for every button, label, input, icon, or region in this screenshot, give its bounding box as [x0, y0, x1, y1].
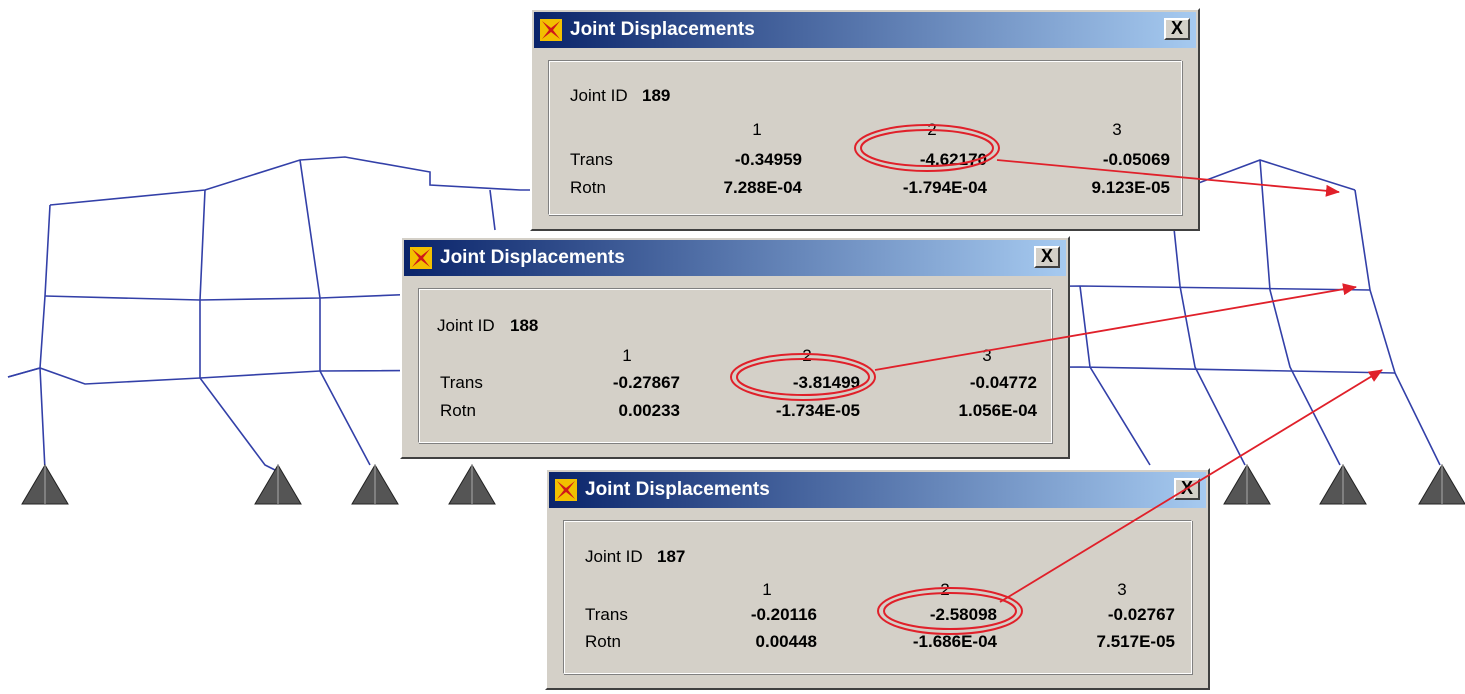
close-icon: X — [1040, 246, 1053, 266]
column-header-2: 2 — [927, 120, 937, 139]
rotn-3-value: 9.123E-05 — [1091, 178, 1170, 197]
column-header-2: 2 — [802, 346, 812, 365]
trans-row-label: Trans — [440, 373, 483, 392]
close-button[interactable]: X — [1164, 18, 1190, 40]
trans-3-value: -0.04772 — [969, 373, 1037, 392]
joint-id-label: Joint ID — [437, 316, 495, 335]
joint-id-value: 189 — [642, 86, 671, 105]
joint-id-value: 187 — [657, 547, 686, 566]
joint-id-value: 188 — [510, 316, 539, 335]
rotn-2-value: -1.794E-04 — [902, 178, 987, 197]
column — [39, 367, 46, 476]
dialog-titlebar[interactable]: Joint Displacements X — [404, 240, 1066, 276]
trans-2-value: -4.62170 — [919, 150, 987, 169]
trans-2-value: -3.81499 — [792, 373, 860, 392]
column-header-1: 1 — [752, 120, 762, 139]
column — [1079, 285, 1151, 466]
close-icon: X — [1170, 18, 1183, 38]
column — [1169, 189, 1246, 466]
dialog-titlebar[interactable]: Joint Displacements X — [549, 472, 1206, 508]
joint-displacements-dialog-187: Joint Displacements X Joint ID 187 1 2 3… — [545, 468, 1210, 690]
column — [299, 159, 371, 466]
joint-id-label: Joint ID — [570, 86, 628, 105]
rotn-row-label: Rotn — [440, 401, 476, 420]
sap2000-app-icon — [540, 19, 562, 41]
rotn-3-value: 1.056E-04 — [958, 401, 1037, 420]
joint-displacements-dialog-188: Joint Displacements X Joint ID 188 1 2 3… — [400, 236, 1070, 459]
trans-row-label: Trans — [585, 605, 628, 624]
trans-1-value: -0.34959 — [734, 150, 802, 169]
dialog-title: Joint Displacements — [585, 479, 770, 500]
column-header-3: 3 — [1112, 120, 1122, 139]
rotn-row-label: Rotn — [570, 178, 606, 197]
column-header-3: 3 — [982, 346, 992, 365]
rotn-row-label: Rotn — [585, 632, 621, 651]
trans-1-value: -0.27867 — [612, 373, 680, 392]
trans-2-value: -2.58098 — [929, 605, 997, 624]
rotn-1-value: 7.288E-04 — [723, 178, 802, 197]
rotn-2-value: -1.734E-05 — [775, 401, 860, 420]
column-header-2: 2 — [940, 580, 950, 599]
rotn-1-value: 0.00448 — [755, 632, 817, 651]
close-icon: X — [1180, 478, 1193, 498]
column — [1354, 189, 1441, 466]
trans-row-label: Trans — [570, 150, 613, 169]
sap2000-app-icon — [410, 247, 432, 269]
rotn-1-value: 0.00233 — [618, 401, 680, 420]
close-button[interactable]: X — [1034, 246, 1060, 268]
column — [1259, 159, 1341, 466]
column — [489, 189, 496, 231]
joint-displacements-dialog-189: Joint Displacements X Joint ID 189 1 2 3… — [530, 8, 1200, 231]
joint-id-label: Joint ID — [585, 547, 643, 566]
rotn-3-value: 7.517E-05 — [1096, 632, 1175, 651]
column-header-1: 1 — [762, 580, 772, 599]
trans-1-value: -0.20116 — [750, 605, 817, 624]
dialog-titlebar[interactable]: Joint Displacements X — [534, 12, 1196, 48]
column — [199, 189, 276, 471]
column-header-1: 1 — [622, 346, 632, 365]
sap2000-app-icon — [555, 479, 577, 501]
rotn-2-value: -1.686E-04 — [912, 632, 997, 651]
dialog-title: Joint Displacements — [440, 247, 625, 268]
left-cantilever — [7, 204, 51, 378]
dialog-title: Joint Displacements — [570, 19, 755, 40]
trans-3-value: -0.05069 — [1102, 150, 1170, 169]
column-header-3: 3 — [1117, 580, 1127, 599]
close-button[interactable]: X — [1174, 478, 1200, 500]
trans-3-value: -0.02767 — [1107, 605, 1175, 624]
